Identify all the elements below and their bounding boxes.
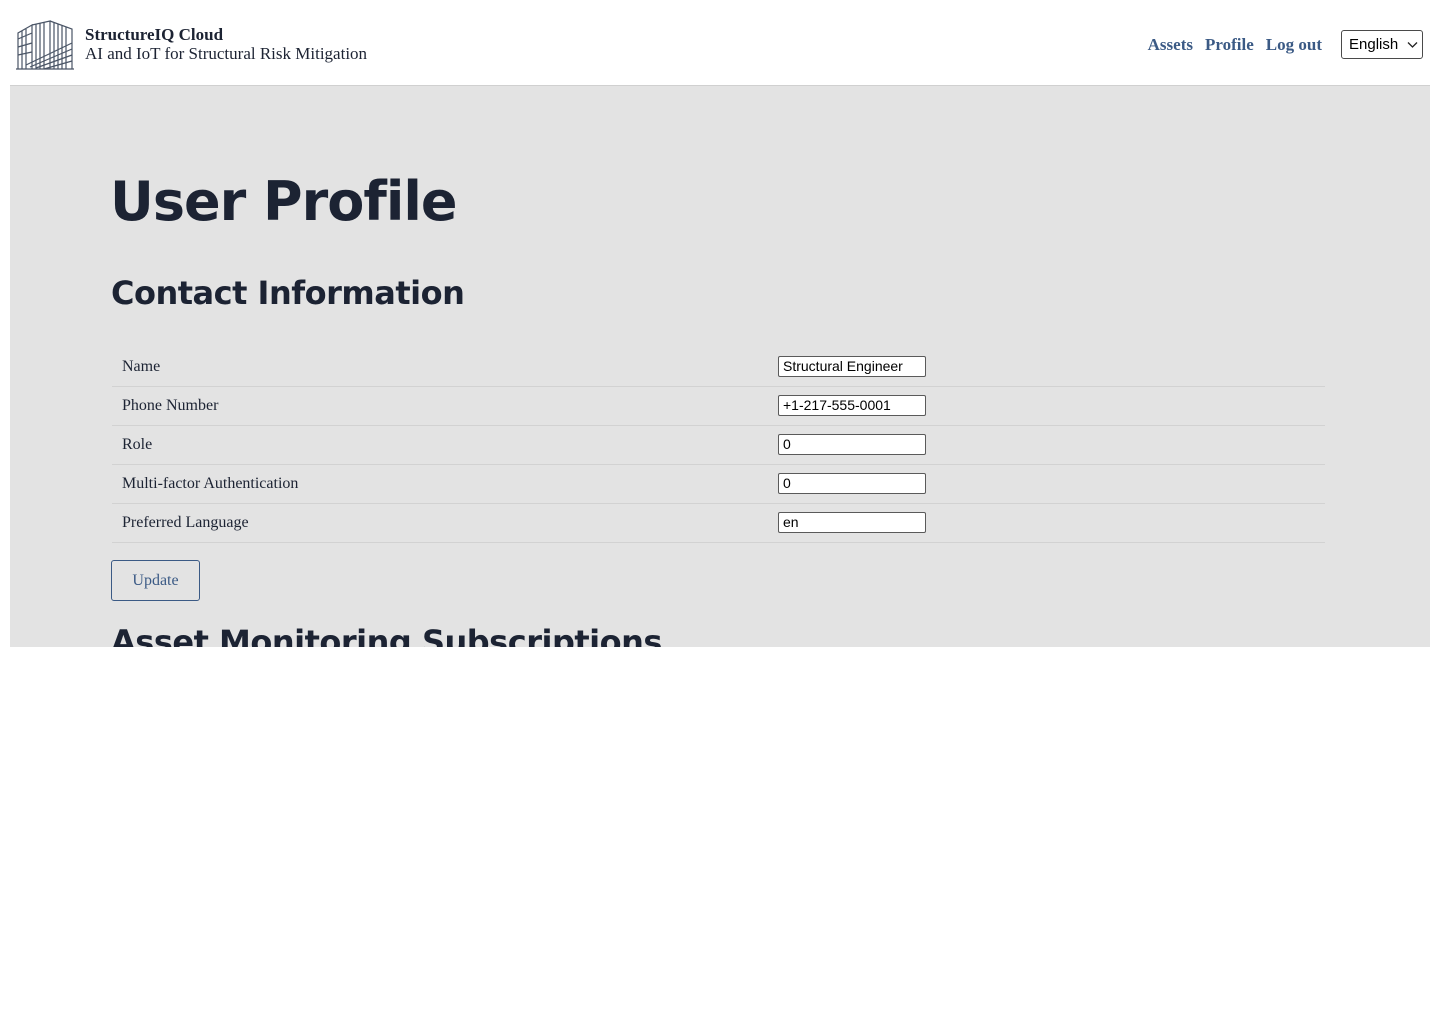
profile-panel: User Profile Contact Information Name St… — [10, 85, 1430, 647]
phone-label: Phone Number — [122, 397, 219, 414]
language-select[interactable]: English — [1341, 30, 1423, 59]
name-label: Name — [122, 358, 161, 375]
contact-form: Name Structural Engineer Phone Number +1… — [112, 348, 1325, 543]
name-field[interactable]: Structural Engineer — [778, 356, 926, 377]
mfa-field[interactable]: 0 — [778, 473, 926, 494]
form-row-language: Preferred Language en — [112, 504, 1325, 543]
brand-subtitle: AI and IoT for Structural Risk Mitigatio… — [85, 44, 368, 63]
form-row-name: Name Structural Engineer — [112, 348, 1325, 387]
chevron-down-icon — [1407, 42, 1418, 48]
contact-section-title: Contact Information — [111, 274, 465, 312]
mfa-label: Multi-factor Authentication — [122, 475, 299, 492]
role-field[interactable]: 0 — [778, 434, 926, 455]
top-header: StructureIQ Cloud AI and IoT for Structu… — [0, 0, 1440, 85]
form-row-phone: Phone Number +1-217-555-0001 — [112, 387, 1325, 426]
language-select-value: English — [1349, 36, 1399, 53]
form-row-mfa: Multi-factor Authentication 0 — [112, 465, 1325, 504]
brand-title: StructureIQ Cloud — [85, 25, 224, 44]
nav-link-assets[interactable]: Assets — [1148, 35, 1193, 55]
subscriptions-section-title: Asset Monitoring Subscriptions — [111, 623, 662, 647]
top-nav: Assets Profile Log out — [1148, 35, 1322, 55]
preferred-language-label: Preferred Language — [122, 514, 249, 531]
phone-field[interactable]: +1-217-555-0001 — [778, 395, 926, 416]
preferred-language-field[interactable]: en — [778, 512, 926, 533]
nav-link-profile[interactable]: Profile — [1205, 35, 1254, 55]
role-label: Role — [122, 436, 153, 453]
building-logo-icon — [16, 20, 74, 70]
nav-link-logout[interactable]: Log out — [1266, 35, 1322, 55]
update-button[interactable]: Update — [111, 560, 200, 601]
page-title: User Profile — [110, 170, 457, 233]
form-row-role: Role 0 — [112, 426, 1325, 465]
